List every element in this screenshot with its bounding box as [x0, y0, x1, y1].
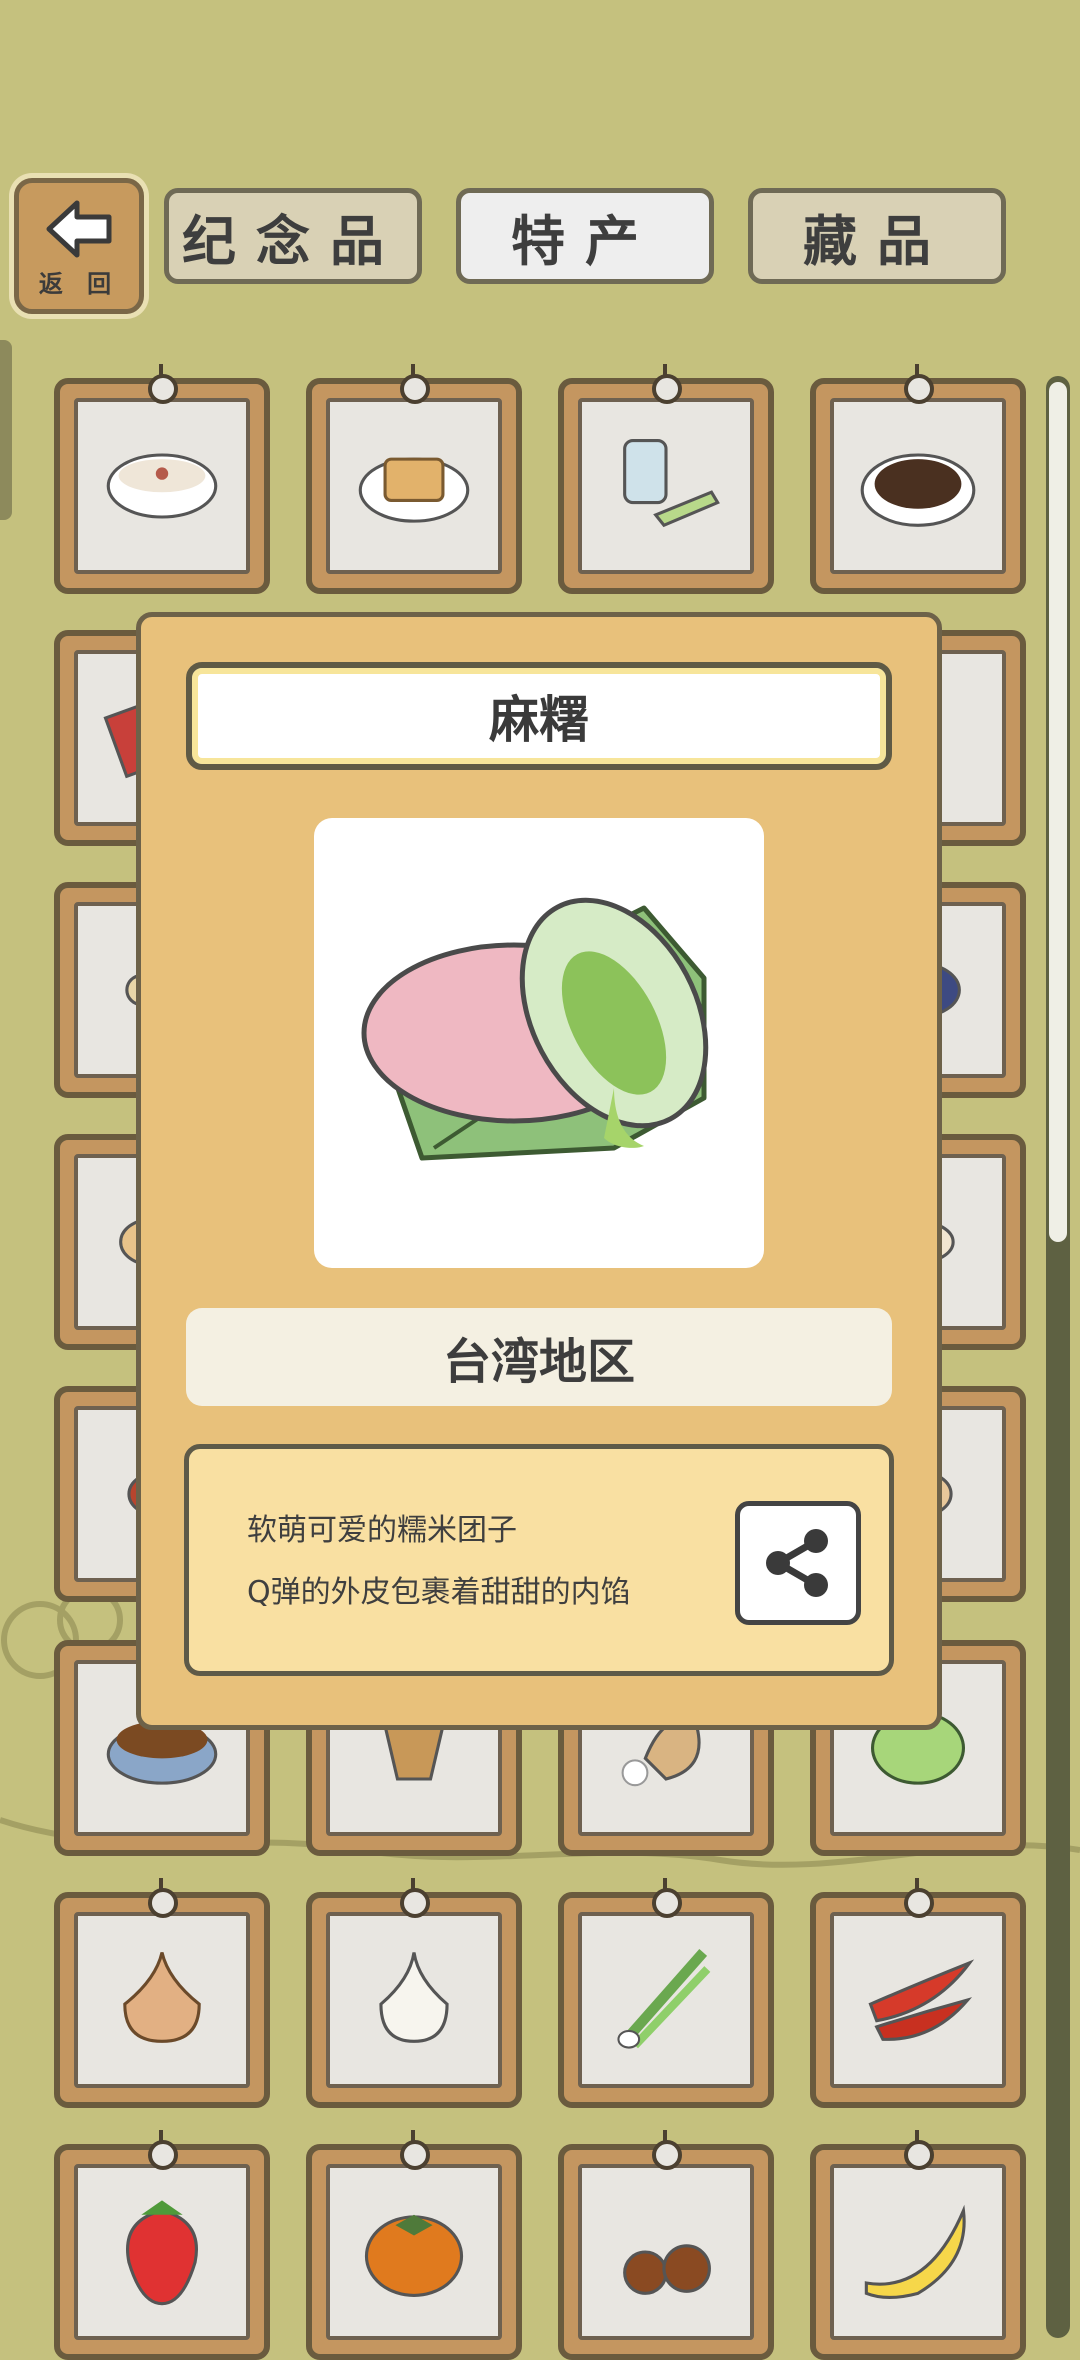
description-line-2: Q弹的外皮包裹着甜甜的内馅 [247, 1575, 631, 1610]
share-icon [766, 1529, 828, 1597]
item-card-image [326, 2164, 502, 2340]
persimmon-icon [364, 2214, 464, 2297]
hook-icon [148, 2130, 178, 2170]
garlic-icon [379, 1952, 449, 2043]
hook-icon [148, 364, 178, 404]
item-region: 台湾地区 [186, 1308, 892, 1406]
share-button[interactable] [735, 1501, 861, 1625]
stinky-tofu-icon [358, 457, 470, 523]
hook-icon [400, 2130, 430, 2170]
item-card-scallion[interactable] [558, 1878, 774, 2108]
tab-souvenirs[interactable]: 纪念品 [164, 188, 422, 284]
item-card-garlic[interactable] [306, 1878, 522, 2108]
item-card-tea-jar[interactable] [558, 364, 774, 594]
item-image [314, 818, 764, 1268]
hook-icon [400, 364, 430, 404]
item-card-image [74, 398, 250, 574]
side-edge-handle [0, 340, 12, 520]
hook-icon [904, 1878, 934, 1918]
hook-icon [652, 1878, 682, 1918]
item-card-persimmon[interactable] [306, 2130, 522, 2360]
chestnuts-icon [623, 2244, 711, 2295]
item-card-banana[interactable] [810, 2130, 1026, 2360]
mochi-icon [361, 897, 709, 1161]
item-card-chestnuts[interactable] [558, 2130, 774, 2360]
scallion-icon [617, 1949, 711, 2049]
scrollbar-thumb[interactable] [1049, 382, 1067, 1242]
item-name: 麻糬 [186, 662, 892, 770]
item-card-image [830, 2164, 1006, 2340]
chili-pepper-icon [868, 1959, 975, 2041]
description-line-1: 软萌可爱的糯米团子 [247, 1513, 517, 1548]
hook-icon [400, 1878, 430, 1918]
item-card-image [74, 1912, 250, 2088]
hook-icon [652, 2130, 682, 2170]
strawberry-icon [126, 2200, 198, 2306]
coffee-beans-icon [860, 453, 976, 527]
rice-porridge-icon [106, 453, 218, 519]
item-card-image [326, 1912, 502, 2088]
back-label: 返 回 [38, 270, 120, 298]
item-card-stinky-tofu[interactable] [306, 364, 522, 594]
hook-icon [148, 1878, 178, 1918]
tab-specialties[interactable]: 特产 [456, 188, 714, 284]
hook-icon [652, 364, 682, 404]
description-box: 软萌可爱的糯米团子 Q弹的外皮包裹着甜甜的内馅 [184, 1444, 894, 1676]
banana-icon [864, 2204, 966, 2300]
item-card-image [326, 398, 502, 574]
item-card-chili-pepper[interactable] [810, 1878, 1026, 2108]
item-card-rice-porridge[interactable] [54, 364, 270, 594]
item-card-strawberry[interactable] [54, 2130, 270, 2360]
item-card-image [830, 398, 1006, 574]
back-arrow-icon [46, 200, 112, 258]
item-card-image [578, 398, 754, 574]
tab-collectibles[interactable]: 藏品 [748, 188, 1006, 284]
hook-icon [904, 2130, 934, 2170]
hook-icon [904, 364, 934, 404]
item-card-image [830, 1912, 1006, 2088]
item-card-coffee-beans[interactable] [810, 364, 1026, 594]
tea-jar-icon [623, 438, 720, 528]
item-card-image [578, 2164, 754, 2340]
item-card-image [578, 1912, 754, 2088]
item-card-image [74, 2164, 250, 2340]
item-card-onion[interactable] [54, 1878, 270, 2108]
back-button[interactable]: 返 回 [14, 178, 144, 314]
onion-icon [123, 1952, 201, 2043]
